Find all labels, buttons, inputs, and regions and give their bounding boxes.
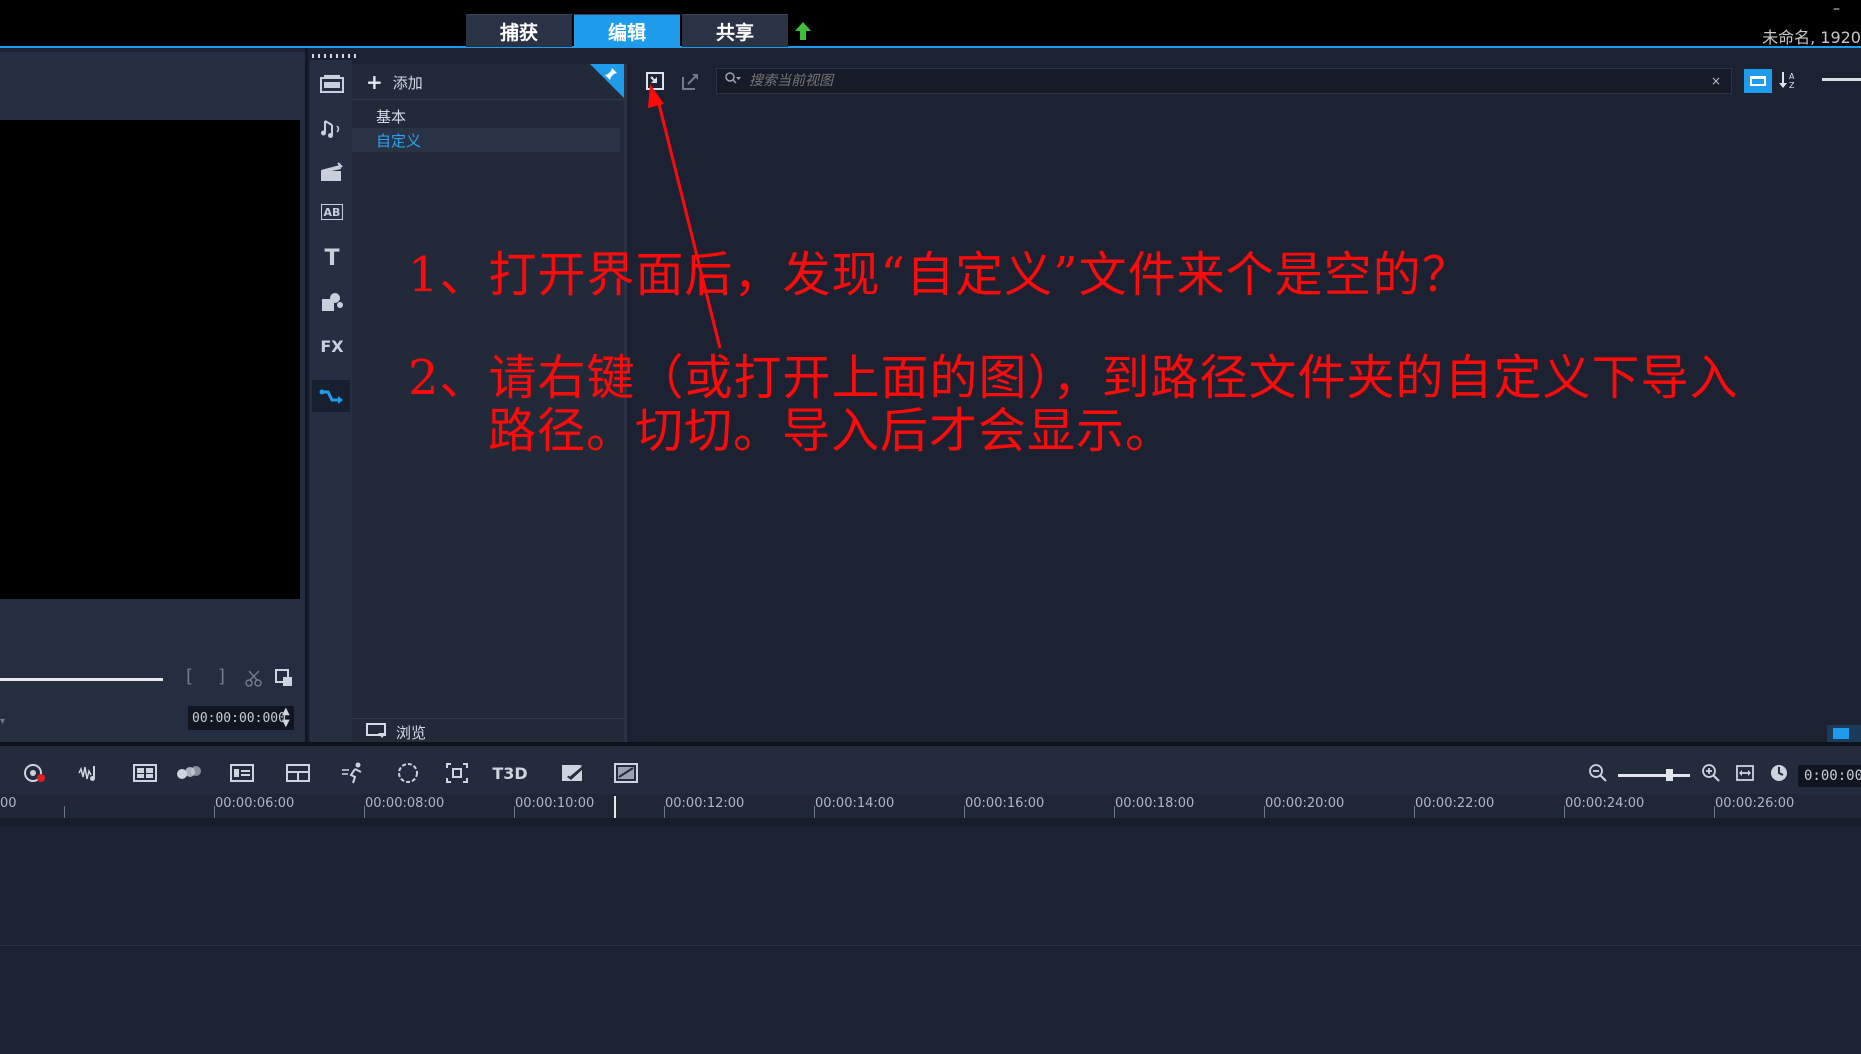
ruler-tick-label: 00 (0, 796, 17, 811)
playhead[interactable] (614, 796, 616, 818)
mask-creator-icon[interactable] (395, 762, 421, 784)
thumbnail-size-slider[interactable] (1822, 78, 1861, 81)
pin-icon[interactable] (604, 67, 618, 85)
sound-mixer-icon[interactable] (76, 762, 102, 784)
motion-tracking-icon[interactable] (176, 762, 202, 784)
top-bar-accent-line (0, 46, 1861, 48)
annotation-line-2b: 路径。切切。导入后才会显示。 (488, 403, 1175, 459)
tree-item-custom[interactable]: 自定义 (376, 130, 421, 151)
ruler-tick-label: 00:00:14:00 (815, 796, 895, 811)
browse-folder-icon (366, 722, 388, 743)
project-duration-timecode[interactable]: 0:00:00 (1798, 765, 1861, 787)
tree-item-basic[interactable]: 基本 (376, 106, 406, 127)
svg-text:A: A (1789, 72, 1795, 81)
mark-in-button[interactable]: [ (186, 666, 193, 687)
fit-project-icon[interactable] (1732, 762, 1758, 784)
project-info: 未命名, 1920 (1762, 28, 1861, 47)
ruler-tick-label: 00:00:20:00 (1265, 796, 1345, 811)
panel-options-button[interactable] (1827, 725, 1861, 742)
ruler-tick-label: 00:00:10:00 (515, 796, 595, 811)
list-view-button[interactable] (1744, 69, 1772, 93)
scissors-icon[interactable] (244, 668, 264, 693)
record-capture-icon[interactable] (22, 762, 48, 784)
track-divider (0, 945, 1861, 946)
ruler-tick-label: 00:00:24:00 (1565, 796, 1645, 811)
import-media-icon[interactable] (644, 70, 666, 92)
auto-music-icon[interactable] (613, 762, 639, 784)
ruler-tick-label: 00:00:16:00 (965, 796, 1045, 811)
instant-project-icon[interactable] (320, 160, 344, 184)
ruler-tick-label: 00:00:26:00 (1715, 796, 1795, 811)
search-icon (725, 72, 743, 90)
zoom-slider-track[interactable] (1618, 774, 1690, 777)
filter-icon[interactable]: FX (320, 334, 344, 358)
zoom-slider-thumb[interactable] (1666, 769, 1673, 781)
title-icon[interactable]: T (320, 246, 344, 271)
zoom-out-icon[interactable] (1585, 762, 1611, 784)
timeline-track-area[interactable] (0, 826, 1861, 1054)
ruler-tick-label: 00:00:08:00 (365, 796, 445, 811)
preview-timecode[interactable]: 00:00:00:000 (188, 706, 294, 730)
ruler-tick-label: 00:00:12:00 (665, 796, 745, 811)
subtitle-editor-icon[interactable] (229, 762, 255, 784)
transition-icon[interactable]: AB (321, 204, 343, 220)
add-folder-button[interactable]: + 添加 (366, 70, 423, 94)
panel-divider[interactable] (305, 48, 308, 742)
multi-camera-icon[interactable] (132, 762, 158, 784)
ruler-tick-label: 00:00:22:00 (1415, 796, 1495, 811)
split-screen-icon[interactable] (285, 762, 311, 784)
divider (352, 718, 624, 719)
speed-time-remap-icon[interactable] (341, 762, 367, 784)
panel-grip[interactable] (312, 54, 360, 58)
preview-scrub-bar[interactable] (0, 678, 163, 681)
browse-label: 浏览 (396, 724, 427, 742)
ruler-tick (64, 806, 65, 818)
enlarge-preview-icon[interactable] (274, 668, 294, 693)
list-view-icon (1750, 76, 1766, 86)
divider (352, 99, 624, 100)
browse-button[interactable]: 浏览 (366, 722, 426, 743)
ruler-tick-label: 00:00:18:00 (1115, 796, 1195, 811)
mark-out-button[interactable]: ] (218, 666, 225, 687)
library-icon-bar: AB T FX (310, 60, 352, 742)
timeline-toolbar (0, 746, 1861, 794)
svg-text:Z: Z (1789, 81, 1795, 90)
painting-creator-icon[interactable] (560, 762, 586, 784)
pan-zoom-icon[interactable] (444, 762, 470, 784)
preview-screen[interactable] (0, 120, 300, 599)
tab-capture[interactable]: 捕获 (466, 14, 572, 47)
media-icon[interactable] (320, 72, 344, 96)
export-media-icon[interactable] (680, 70, 702, 92)
panel-options-icon (1833, 728, 1849, 739)
search-clear-icon[interactable]: × (1711, 74, 1731, 88)
minimize-button[interactable]: – (1833, 2, 1847, 16)
top-bar (0, 0, 1861, 46)
zoom-in-icon[interactable] (1698, 762, 1724, 784)
search-input[interactable] (743, 72, 1711, 90)
upload-arrow-icon[interactable] (794, 20, 812, 42)
tab-share[interactable]: 共享 (682, 14, 788, 47)
clock-icon[interactable] (1766, 762, 1792, 784)
add-label: 添加 (392, 73, 423, 92)
timecode-stepper-icon[interactable]: ▲ ▼ (282, 706, 290, 730)
tab-edit[interactable]: 编辑 (574, 14, 680, 47)
title-3d-icon[interactable]: T3D (492, 762, 527, 784)
plus-icon: + (366, 70, 383, 94)
graphics-icon[interactable] (320, 290, 344, 314)
ruler-tick-label: 00:00:06:00 (215, 796, 295, 811)
ruler-gap (0, 818, 1861, 826)
dropdown-caret-icon[interactable]: ▾ (0, 716, 5, 727)
annotation-line-2a: 2、请右键（或打开上面的图），到路径文件夹的自定义下导入 (408, 350, 1739, 406)
annotation-line-1: 1、打开界面后，发现“自定义”文件来个是空的？ (408, 247, 1471, 303)
sort-icon[interactable]: AZ (1778, 70, 1800, 92)
path-icon[interactable] (312, 380, 350, 412)
audio-icon[interactable] (320, 116, 344, 140)
search-box[interactable]: × (716, 68, 1732, 94)
